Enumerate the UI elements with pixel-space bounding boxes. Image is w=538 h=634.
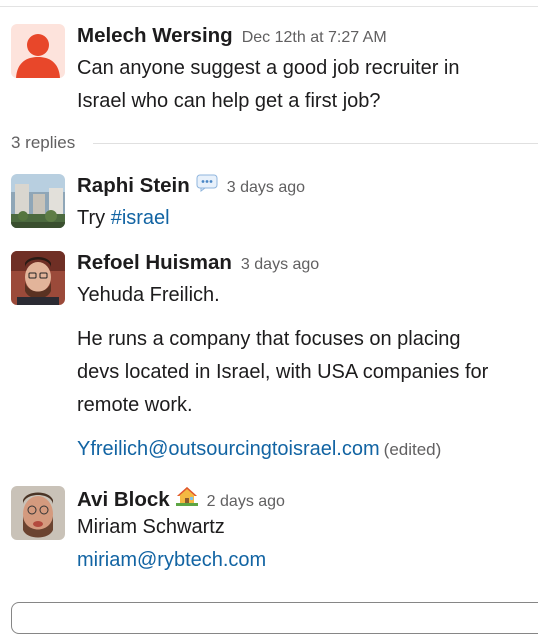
city-photo-icon — [11, 174, 65, 228]
message-paragraph: He runs a company that focuses on placin… — [77, 323, 532, 422]
timestamp[interactable]: 2 days ago — [207, 493, 285, 511]
channel-link[interactable]: #israel — [111, 207, 170, 229]
text-prefix: Try — [77, 207, 111, 229]
timestamp[interactable]: Dec 12th at 7:27 AM — [242, 29, 387, 47]
message-text: Yehuda Freilich. He runs a company that … — [77, 279, 532, 466]
message-line: Miriam Schwartz — [77, 516, 225, 538]
parent-message: Melech Wersing Dec 12th at 7:27 AM Can a… — [11, 24, 538, 124]
house-icon — [175, 486, 198, 511]
author-name[interactable]: Refoel Huisman — [77, 251, 232, 275]
edited-label: (edited) — [383, 440, 442, 459]
user-photo-icon — [11, 251, 65, 305]
author-name[interactable]: Raphi Stein — [77, 174, 190, 198]
message-header: Melech Wersing Dec 12th at 7:27 AM — [77, 24, 532, 50]
replies-count: 3 replies — [11, 133, 76, 152]
author-name[interactable]: Melech Wersing — [77, 24, 233, 48]
avatar-melech-wersing[interactable] — [11, 24, 65, 78]
message-header: Raphi Stein 3 days ago — [77, 174, 532, 200]
avatar-refoel-huisman[interactable] — [11, 251, 65, 305]
divider-line — [93, 142, 538, 144]
message-content: Raphi Stein 3 days ago Try #israel — [77, 174, 532, 235]
default-user-icon — [16, 34, 60, 78]
replies-divider: 3 replies — [11, 132, 538, 154]
message-line: Israel who can help get a first job? — [77, 90, 381, 112]
email-link[interactable]: miriam@rybtech.com — [77, 544, 532, 577]
message-line: Yehuda Freilich. — [77, 284, 220, 306]
message-content: Avi Block 2 days ago Miriam Schwartz mir… — [77, 486, 532, 577]
message-header: Avi Block 2 days ago — [77, 486, 532, 512]
message-header: Refoel Huisman 3 days ago — [77, 251, 532, 277]
email-link[interactable]: Yfreilich@outsourcingtoisrael.com — [77, 438, 380, 460]
message-content: Melech Wersing Dec 12th at 7:27 AM Can a… — [77, 24, 532, 118]
speech-bubble-icon — [196, 174, 218, 197]
message-text: Try #israel — [77, 202, 532, 235]
message-content: Refoel Huisman 3 days ago Yehuda Freilic… — [77, 251, 532, 466]
message-line: Can anyone suggest a good job recruiter … — [77, 57, 460, 79]
message-text: Can anyone suggest a good job recruiter … — [77, 52, 532, 118]
message-line: He runs a company that focuses on placin… — [77, 328, 461, 350]
timestamp[interactable]: 3 days ago — [241, 256, 319, 274]
reply-message: Raphi Stein 3 days ago Try #israel — [11, 174, 538, 234]
author-name[interactable]: Avi Block — [77, 488, 170, 512]
message-paragraph: Yfreilich@outsourcingtoisrael.com (edited… — [77, 433, 532, 466]
message-text: Miriam Schwartz miriam@rybtech.com — [77, 511, 532, 577]
top-border — [0, 0, 538, 7]
reply-message: Avi Block 2 days ago Miriam Schwartz mir… — [11, 486, 538, 582]
reply-message: Refoel Huisman 3 days ago Yehuda Freilic… — [11, 251, 538, 471]
user-photo-icon — [11, 486, 65, 540]
timestamp[interactable]: 3 days ago — [227, 179, 305, 197]
message-line: remote work. — [77, 394, 193, 416]
reply-composer[interactable] — [11, 602, 538, 634]
message-line: devs located in Israel, with USA compani… — [77, 361, 489, 383]
avatar-avi-block[interactable] — [11, 486, 65, 540]
avatar-raphi-stein[interactable] — [11, 174, 65, 228]
